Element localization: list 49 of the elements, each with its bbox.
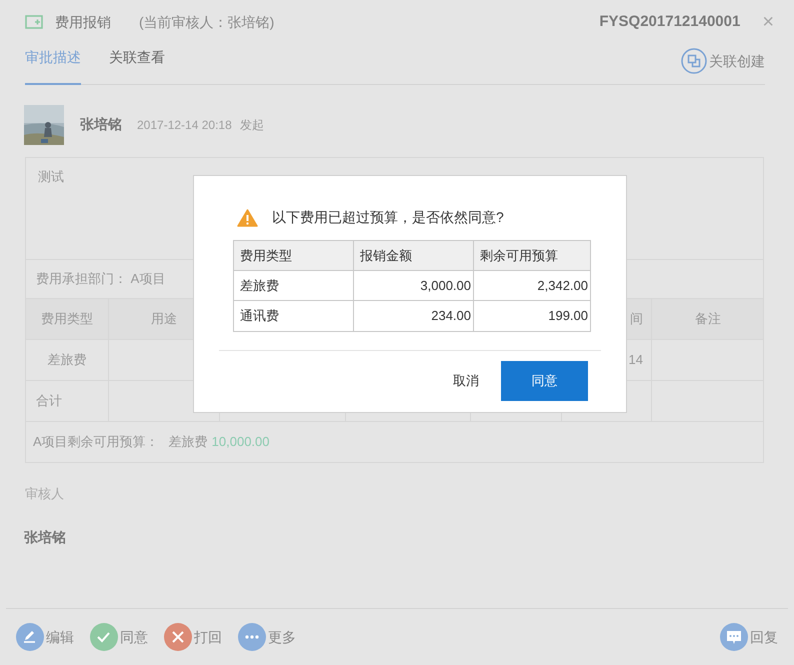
table-cell-text: 199.00: [548, 307, 588, 326]
column-header: 剩余可用预算: [480, 246, 558, 265]
cancel-button[interactable]: 取消: [453, 371, 479, 391]
budget-label: A项目剩余可用预算：: [33, 433, 159, 452]
table-cell-text: 2,342.00: [537, 276, 588, 295]
close-button[interactable]: ×: [762, 12, 774, 32]
column-header: 备注: [695, 310, 721, 328]
column-header: 费用类型: [240, 246, 292, 265]
tab[interactable]: 审批描述: [25, 43, 81, 85]
table-cell-text: 通讯费: [240, 307, 279, 326]
action-button[interactable]: 打回: [164, 623, 222, 651]
submit-date: 2017-12-14 20:18: [137, 116, 232, 134]
more-icon: [238, 623, 266, 651]
submitter-name: 张培铭: [80, 115, 122, 134]
tab[interactable]: 关联查看: [109, 43, 165, 85]
linked-squares-icon: [681, 48, 707, 74]
add-card-icon: [25, 15, 43, 29]
column-header: 报销金额: [360, 246, 412, 265]
submit-action: 发起: [240, 116, 264, 134]
column-header: 间: [630, 310, 643, 328]
table-cell-text: 差旅费: [48, 351, 86, 370]
cross-icon: [164, 623, 192, 651]
table-cell-text: 14: [628, 351, 643, 370]
reviewer-name: 张培铭: [24, 528, 66, 546]
confirm-button[interactable]: 同意: [501, 361, 588, 401]
related-create-button[interactable]: 关联创建: [681, 48, 765, 74]
pencil-icon: [16, 623, 44, 651]
warning-icon: [237, 208, 258, 226]
table-cell-text: 234.00: [431, 307, 471, 326]
check-icon: [90, 623, 118, 651]
table-cell-text: 3,000.00: [420, 276, 471, 295]
dialog-message: 以下费用已超过预算，是否依然同意?: [272, 208, 504, 227]
comment-icon: [720, 623, 748, 651]
action-button[interactable]: 同意: [90, 623, 148, 651]
department-text: 费用承担部门： A项目: [36, 270, 166, 288]
page-title: 费用报销: [55, 12, 111, 32]
reply-button[interactable]: 回复: [720, 623, 778, 651]
action-button[interactable]: 更多: [238, 623, 296, 651]
document-number: FYSQ201712140001: [599, 12, 740, 32]
budget-amount: 10,000.00: [212, 433, 270, 452]
reviewer-subtitle: (当前审核人：张培铭): [139, 12, 274, 32]
table-cell-text: 差旅费: [240, 276, 279, 295]
reviewer-label: 审核人: [25, 485, 64, 503]
budget-type: 差旅费: [168, 433, 208, 452]
action-button[interactable]: 编辑: [16, 623, 74, 651]
column-header: 用途: [151, 310, 177, 328]
table-cell-text: 合计: [36, 392, 62, 410]
description-text: 测试: [38, 169, 64, 184]
column-header: 费用类型: [41, 310, 93, 328]
